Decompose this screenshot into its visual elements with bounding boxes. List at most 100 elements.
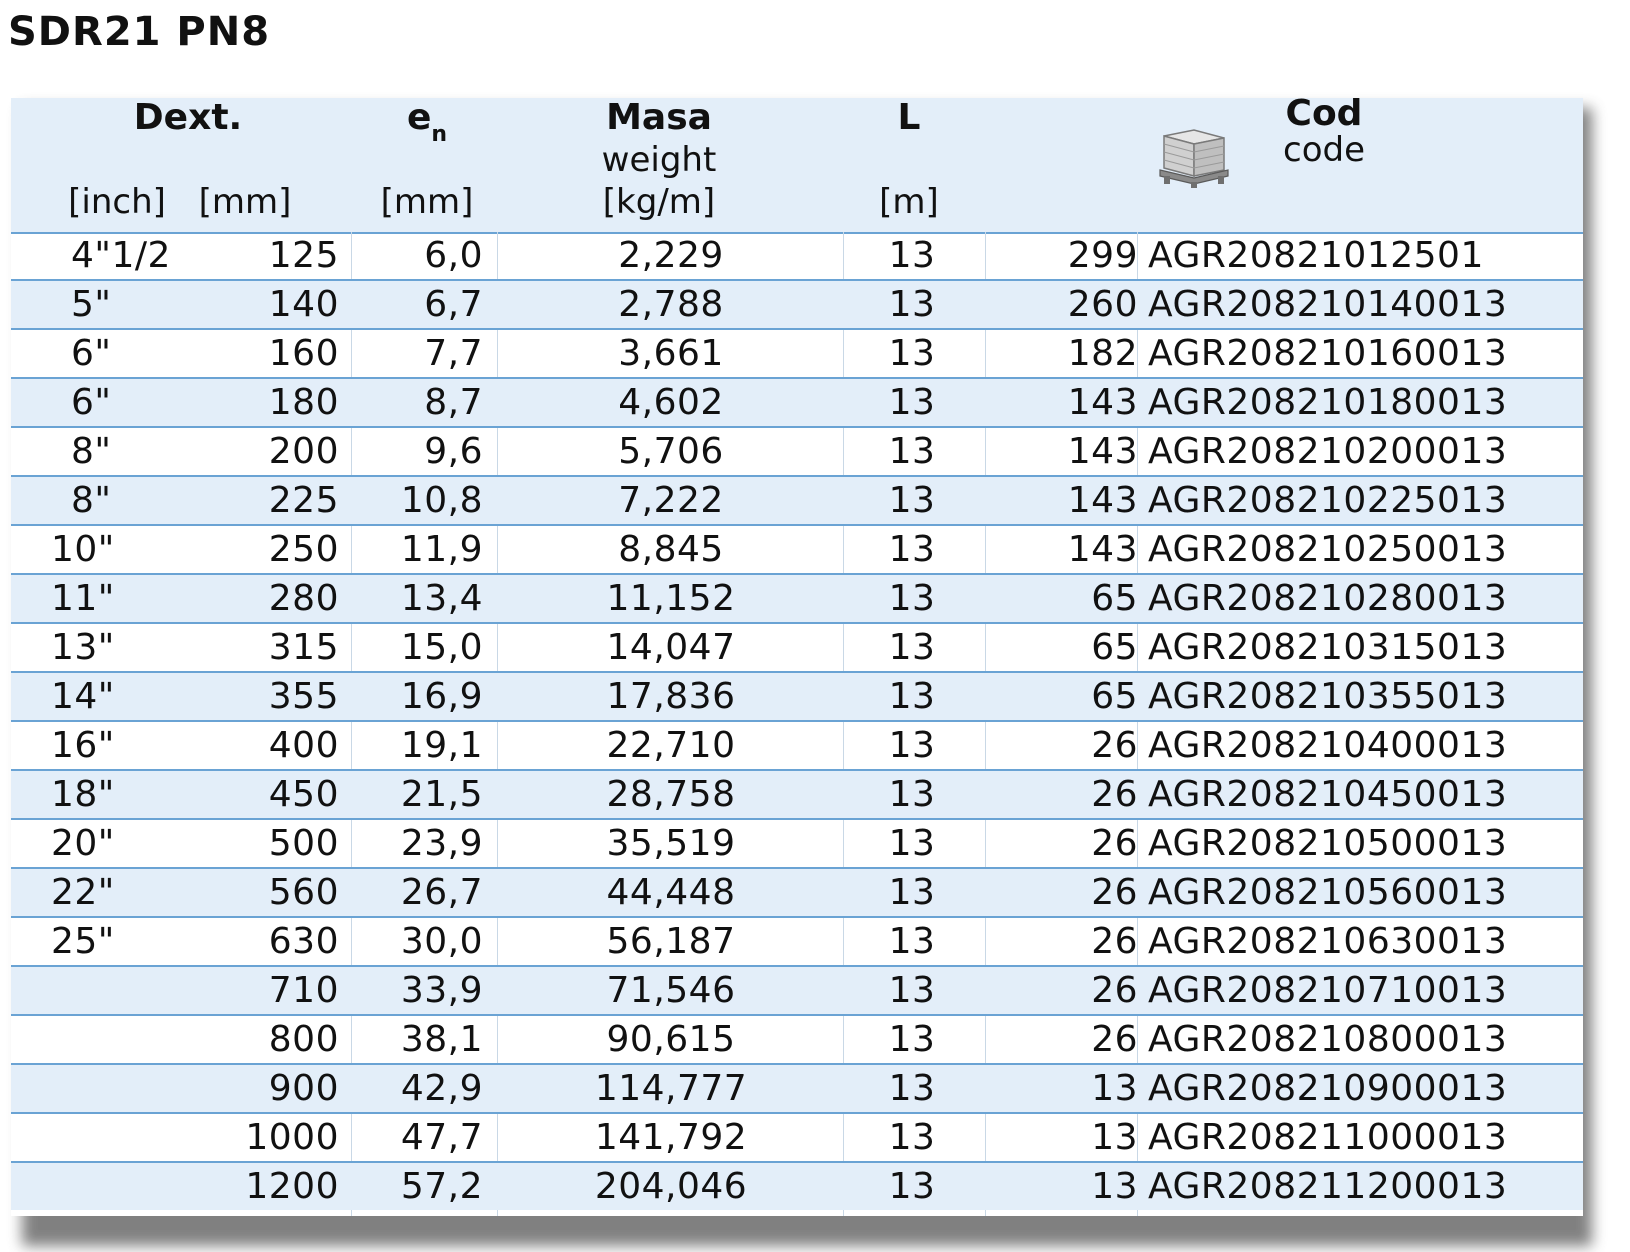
cell-pallet-count: 65	[1091, 578, 1138, 619]
cell-mass: 7,222	[618, 480, 724, 521]
header-unit-l: [m]	[879, 182, 939, 222]
cell-l: 13	[888, 725, 936, 766]
cell-en: 11,9	[400, 529, 483, 570]
cell-en: 33,9	[400, 970, 483, 1011]
cell-pallet-count: 65	[1091, 627, 1138, 668]
table-row: 14" 355 16,9 17,836 13 65 AGR20821035501…	[11, 673, 1583, 722]
cell-pallet-count: 143	[1067, 431, 1138, 472]
cell-en: 26,7	[400, 872, 483, 913]
header-cod: Cod	[1285, 93, 1363, 134]
cell-mm: 125	[268, 235, 339, 276]
cell-mm: 450	[268, 774, 339, 815]
cell-mass: 2,788	[618, 284, 724, 325]
cell-mm: 400	[268, 725, 339, 766]
cell-en: 10,8	[400, 480, 483, 521]
cell-code: AGR208211000013	[1148, 1117, 1508, 1158]
table-row: 4"1/2 125 6,0 2,229 13 299 AGR2082101250…	[11, 232, 1583, 281]
cell-mm: 800	[268, 1019, 339, 1060]
cell-pallet-count: 13	[1091, 1117, 1138, 1158]
cell-mm: 180	[268, 382, 339, 423]
cell-mm: 1200	[245, 1166, 339, 1207]
cell-inch: 13"	[51, 627, 115, 668]
table-row: 22" 560 26,7 44,448 13 26 AGR20821056001…	[11, 869, 1583, 918]
cell-mm: 1000	[245, 1117, 339, 1158]
header-dext: Dext.	[133, 97, 243, 138]
cell-mass: 4,602	[618, 382, 724, 423]
cell-mm: 280	[268, 578, 339, 619]
cell-mm: 200	[268, 431, 339, 472]
cell-l: 13	[888, 676, 936, 717]
cell-en: 7,7	[424, 333, 483, 374]
header-code: code	[1283, 130, 1365, 170]
cell-code: AGR208210140013	[1148, 284, 1508, 325]
cell-code: AGR20821012501	[1148, 235, 1484, 276]
cell-code: AGR208210710013	[1148, 970, 1508, 1011]
cell-pallet-count: 182	[1067, 333, 1138, 374]
cell-l: 13	[888, 872, 936, 913]
cell-mass: 71,546	[606, 970, 736, 1011]
cell-code: AGR208210225013	[1148, 480, 1508, 521]
cell-en: 8,7	[424, 382, 483, 423]
table-header: Dext. en Masa weight L Cod code [inch] […	[11, 94, 1583, 234]
cell-mass: 90,615	[606, 1019, 736, 1060]
cell-mass: 114,777	[594, 1068, 748, 1109]
cell-code: AGR208210900013	[1148, 1068, 1508, 1109]
table-row: 800 38,1 90,615 13 26 AGR208210800013	[11, 1016, 1583, 1065]
cell-en: 16,9	[400, 676, 483, 717]
header-unit-mass: [kg/m]	[602, 182, 716, 222]
cell-l: 13	[888, 1068, 936, 1109]
cell-code: AGR208210800013	[1148, 1019, 1508, 1060]
cell-mass: 204,046	[594, 1166, 748, 1207]
cell-pallet-count: 26	[1091, 921, 1138, 962]
table-row: 710 33,9 71,546 13 26 AGR208210710013	[11, 967, 1583, 1016]
cell-pallet-count: 26	[1091, 823, 1138, 864]
cell-inch: 16"	[51, 725, 115, 766]
cell-en: 38,1	[400, 1019, 483, 1060]
cell-pallet-count: 65	[1091, 676, 1138, 717]
cell-code: AGR208210500013	[1148, 823, 1508, 864]
cell-l: 13	[888, 529, 936, 570]
table-row: 25" 630 30,0 56,187 13 26 AGR20821063001…	[11, 918, 1583, 967]
cell-pallet-count: 26	[1091, 872, 1138, 913]
table-row: 6" 180 8,7 4,602 13 143 AGR208210180013	[11, 379, 1583, 428]
cell-mass: 22,710	[606, 725, 736, 766]
cell-l: 13	[888, 921, 936, 962]
header-masa: Masa	[606, 97, 712, 138]
cell-inch	[11, 1163, 181, 1210]
cell-inch: 14"	[51, 676, 115, 717]
cell-l: 13	[888, 382, 936, 423]
cell-en: 19,1	[400, 725, 483, 766]
cell-inch	[11, 1016, 181, 1063]
cell-pallet-count: 13	[1091, 1166, 1138, 1207]
cell-inch: 8"	[71, 431, 112, 472]
cell-code: AGR208210160013	[1148, 333, 1508, 374]
table-row: 11" 280 13,4 11,152 13 65 AGR20821028001…	[11, 575, 1583, 624]
cell-l: 13	[888, 480, 936, 521]
cell-l: 13	[888, 333, 936, 374]
pipe-spec-table: Dext. en Masa weight L Cod code [inch] […	[11, 94, 1583, 1216]
cell-en: 23,9	[400, 823, 483, 864]
cell-l: 13	[888, 578, 936, 619]
cell-mm: 630	[268, 921, 339, 962]
table-row: 20" 500 23,9 35,519 13 26 AGR20821050001…	[11, 820, 1583, 869]
cell-l: 13	[888, 1019, 936, 1060]
cell-mm: 160	[268, 333, 339, 374]
cell-pallet-count: 143	[1067, 529, 1138, 570]
cell-mass: 11,152	[606, 578, 736, 619]
cell-code: AGR208210280013	[1148, 578, 1508, 619]
cell-l: 13	[888, 627, 936, 668]
cell-l: 13	[888, 431, 936, 472]
cell-code: AGR208210200013	[1148, 431, 1508, 472]
table-row: 900 42,9 114,777 13 13 AGR208210900013	[11, 1065, 1583, 1114]
cell-en: 47,7	[400, 1117, 483, 1158]
cell-code: AGR208210250013	[1148, 529, 1508, 570]
cell-pallet-count: 143	[1067, 382, 1138, 423]
cell-inch: 22"	[51, 872, 115, 913]
table-row: 8" 200 9,6 5,706 13 143 AGR208210200013	[11, 428, 1583, 477]
page-title: SDR21 PN8	[8, 9, 271, 55]
cell-en: 13,4	[400, 578, 483, 619]
header-unit-en: [mm]	[380, 182, 474, 222]
header-en: en	[371, 98, 483, 148]
cell-mm: 900	[268, 1068, 339, 1109]
cell-mm: 250	[268, 529, 339, 570]
